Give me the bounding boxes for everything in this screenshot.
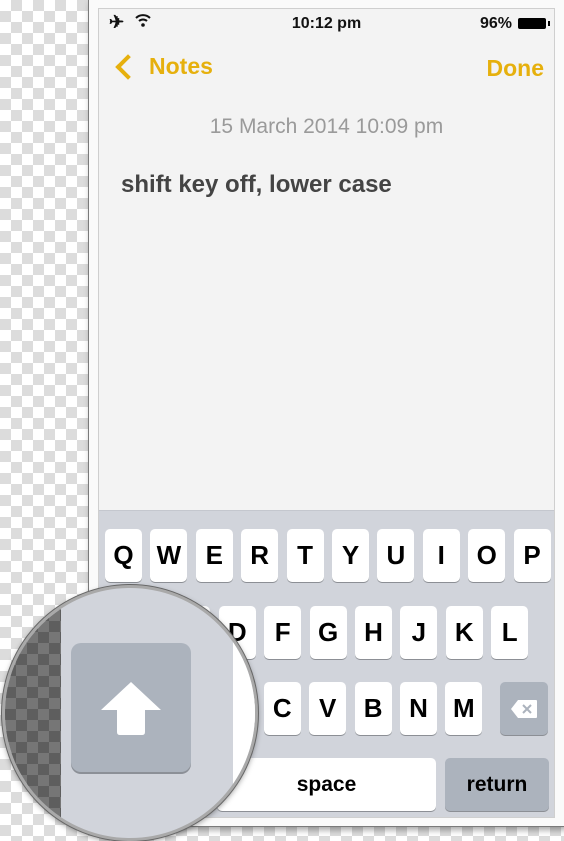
note-date: 15 March 2014 10:09 pm	[209, 115, 444, 138]
magnified-shift-key[interactable]	[71, 643, 191, 772]
key-b[interactable]: B	[354, 682, 392, 735]
key-q[interactable]: Q	[105, 529, 142, 582]
key-y[interactable]: Y	[332, 529, 369, 582]
status-bar: ✈ 10:12 pm 96%	[99, 9, 554, 37]
key-r[interactable]: R	[241, 529, 279, 582]
key-j[interactable]: J	[400, 606, 438, 659]
key-h[interactable]: H	[355, 606, 392, 659]
key-n[interactable]: N	[400, 682, 437, 735]
delete-key[interactable]	[500, 682, 548, 735]
key-o[interactable]: O	[468, 529, 506, 582]
key-g[interactable]: G	[309, 606, 347, 659]
key-c[interactable]: C	[263, 682, 301, 735]
backspace-icon	[511, 699, 537, 718]
key-f[interactable]: F	[264, 606, 302, 659]
key-w[interactable]: W	[150, 529, 188, 582]
shift-arrow-icon	[101, 681, 161, 735]
key-i[interactable]: I	[422, 529, 460, 582]
key-t[interactable]: T	[286, 529, 324, 582]
magnifier	[2, 585, 258, 841]
battery-percent: 96%	[479, 15, 512, 32]
note-text[interactable]: shift key off, lower case	[121, 171, 392, 199]
key-e[interactable]: E	[195, 529, 233, 582]
key-k[interactable]: K	[445, 606, 483, 659]
nav-bar: Notes Done	[99, 53, 554, 87]
battery-icon	[518, 18, 550, 29]
key-p[interactable]: P	[513, 529, 551, 582]
back-button[interactable]: Notes	[113, 53, 213, 80]
key-l[interactable]: L	[491, 606, 529, 659]
return-key[interactable]: return	[445, 758, 549, 811]
key-v[interactable]: V	[309, 682, 347, 735]
back-label: Notes	[149, 53, 213, 79]
key-m[interactable]: M	[445, 682, 483, 735]
done-button[interactable]: Done	[487, 55, 545, 82]
magnified-key-z	[233, 698, 255, 838]
magnified-background	[5, 588, 61, 838]
key-u[interactable]: U	[377, 529, 415, 582]
chevron-left-icon	[115, 53, 141, 80]
